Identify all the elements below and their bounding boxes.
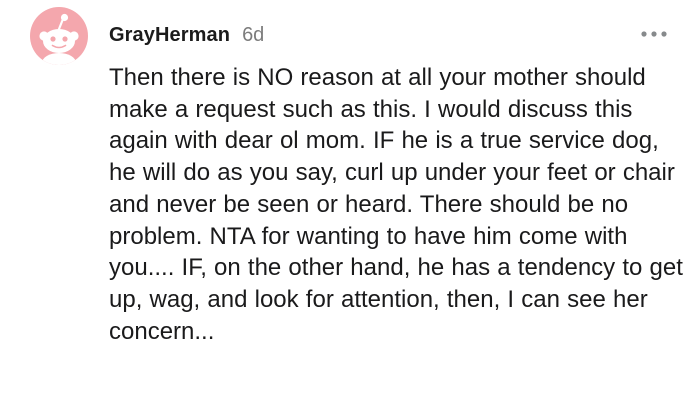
- reddit-snoo-avatar-icon: [39, 13, 79, 65]
- user-avatar[interactable]: [30, 7, 88, 65]
- more-options-button[interactable]: [640, 26, 668, 42]
- username-link[interactable]: GrayHerman: [109, 24, 230, 47]
- comment-body: Then there is NO reason at all your moth…: [109, 64, 683, 345]
- comment-header: GrayHerman 6d: [109, 24, 264, 50]
- comment: GrayHerman 6d Then there is NO reason at…: [0, 0, 700, 401]
- comment-age: 6d: [242, 24, 265, 46]
- more-options-dots-icon: [641, 31, 667, 37]
